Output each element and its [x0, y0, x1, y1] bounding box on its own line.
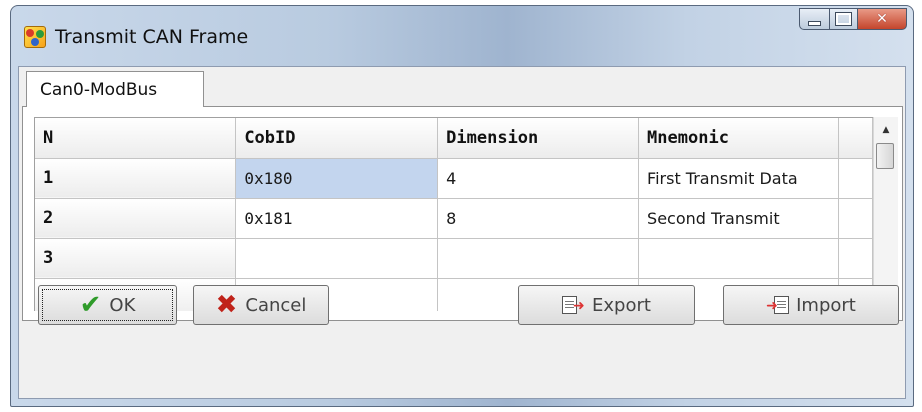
focus-rectangle: [42, 289, 173, 321]
dimension-cell[interactable]: [437, 238, 640, 279]
table-row: 1 0x180 4 First Transmit Data: [35, 158, 873, 199]
empty-cell: [838, 238, 873, 279]
scroll-up-icon[interactable]: ▲: [874, 121, 898, 139]
cobid-cell[interactable]: 0x180: [235, 158, 439, 199]
table-row: 3: [35, 238, 873, 279]
app-icon: [24, 26, 46, 48]
row-number[interactable]: 2: [35, 198, 237, 239]
grid-header-row: N CobID Dimension Mnemonic: [35, 118, 873, 159]
mnemonic-cell[interactable]: [638, 238, 839, 279]
ok-button[interactable]: ✔ OK: [38, 285, 177, 325]
column-header-n[interactable]: N: [35, 118, 237, 159]
close-button[interactable]: ✕: [857, 8, 907, 30]
export-icon: ➜: [562, 294, 585, 316]
import-button[interactable]: ➜ Import: [723, 285, 899, 325]
caption-buttons: ✕: [799, 8, 907, 32]
row-number[interactable]: 3: [35, 238, 237, 279]
transmit-can-frame-window: Transmit CAN Frame ✕ Can0-ModBus N CobID: [10, 5, 914, 407]
import-label: Import: [796, 294, 856, 316]
scrollbar-thumb[interactable]: [876, 143, 894, 169]
minimize-button[interactable]: [799, 8, 829, 30]
cobid-cell[interactable]: [235, 238, 439, 279]
cancel-button[interactable]: ✖ Cancel: [193, 285, 329, 325]
x-icon: ✖: [215, 290, 238, 320]
empty-cell: [838, 158, 873, 199]
mnemonic-cell[interactable]: First Transmit Data: [638, 158, 839, 199]
empty-cell: [838, 198, 873, 239]
close-icon: ✕: [876, 11, 888, 27]
vertical-scrollbar[interactable]: ▲: [873, 117, 898, 310]
export-button[interactable]: ➜ Export: [518, 285, 695, 325]
maximize-icon: [835, 12, 852, 26]
frame-grid: N CobID Dimension Mnemonic 1 0x180 4 Fir…: [34, 117, 873, 311]
import-icon: ➜: [766, 294, 790, 316]
row-number[interactable]: 1: [35, 158, 237, 199]
title-bar[interactable]: Transmit CAN Frame ✕: [11, 6, 913, 66]
dialog-body: Can0-ModBus N CobID Dimension Mnemonic 1…: [18, 66, 906, 399]
export-label: Export: [592, 294, 651, 316]
cancel-label: Cancel: [245, 294, 307, 316]
cobid-cell[interactable]: 0x181: [235, 198, 439, 239]
minimize-icon: [808, 20, 821, 26]
column-header-mnemonic[interactable]: Mnemonic: [638, 118, 839, 159]
maximize-button[interactable]: [829, 8, 857, 30]
window-title: Transmit CAN Frame: [55, 26, 249, 48]
dimension-cell[interactable]: 8: [437, 198, 640, 239]
dimension-cell[interactable]: 4: [437, 158, 640, 199]
column-header-blank: [838, 118, 873, 159]
tab-can0-modbus[interactable]: Can0-ModBus: [26, 71, 204, 107]
table-row: 2 0x181 8 Second Transmit: [35, 198, 873, 239]
mnemonic-cell[interactable]: Second Transmit: [638, 198, 839, 239]
column-header-cobid[interactable]: CobID: [235, 118, 439, 159]
column-header-dimension[interactable]: Dimension: [437, 118, 640, 159]
